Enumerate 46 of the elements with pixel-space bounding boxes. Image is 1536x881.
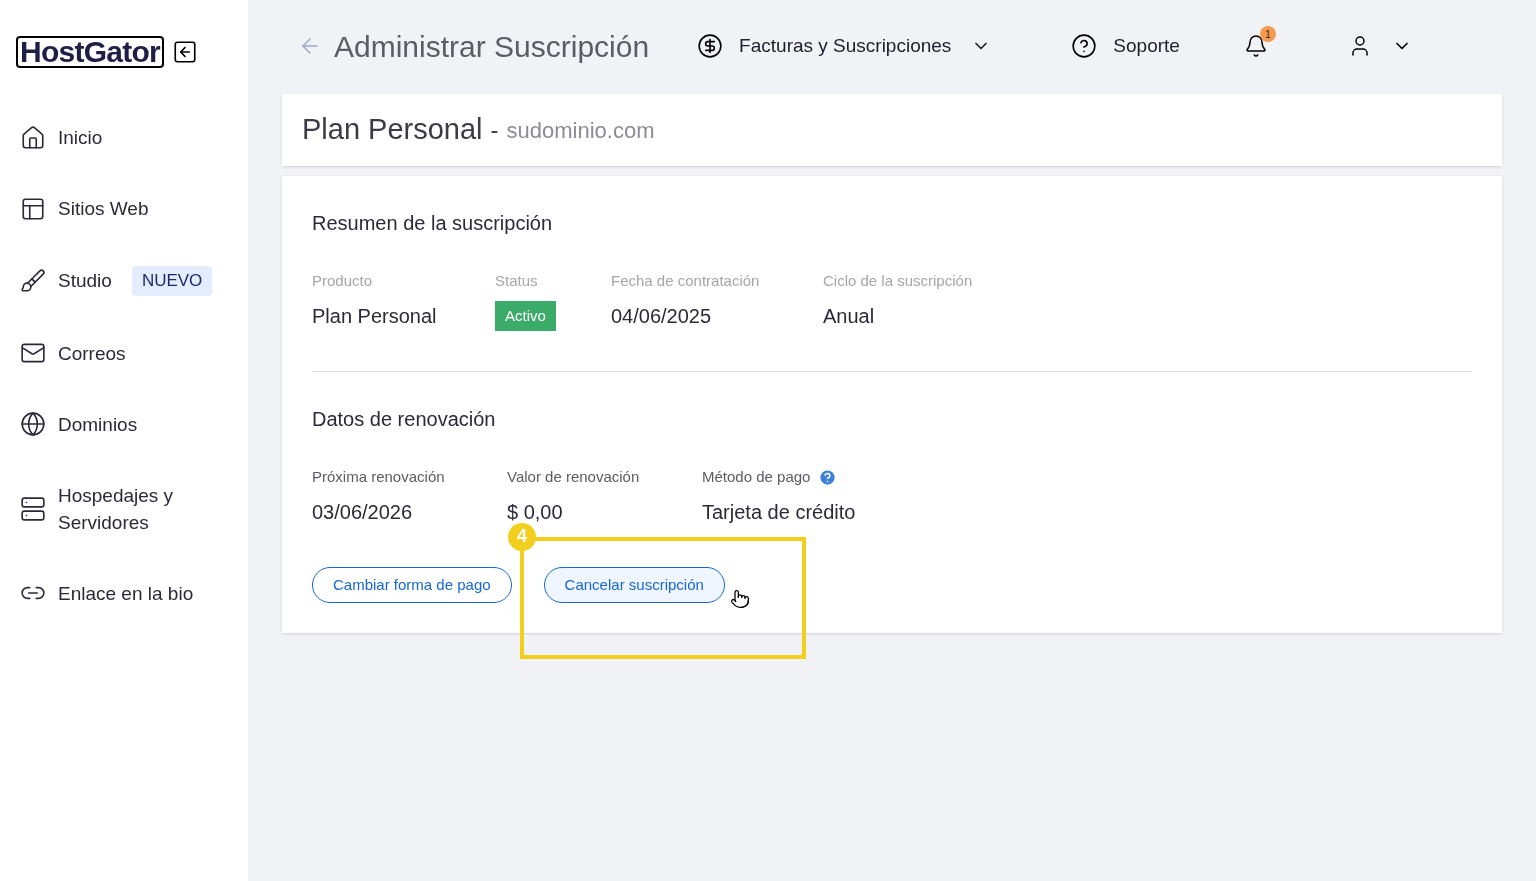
field-value: $ 0,00: [507, 499, 564, 525]
field-label: Método de pago: [702, 467, 811, 487]
status-badge: Activo: [495, 300, 556, 331]
section-title: Datos de renovación: [312, 407, 497, 432]
separator: -: [490, 115, 499, 145]
field-label: Producto: [312, 271, 374, 291]
nav-item[interactable]: Hospedajes y Servidores: [58, 481, 198, 536]
new-badge: NUEVO: [131, 266, 213, 296]
field-label: Fecha de contratación: [611, 271, 761, 291]
step-badge: 4: [508, 522, 536, 551]
collapse-icon[interactable]: [171, 39, 198, 65]
brush-icon: [20, 267, 46, 294]
nav-item[interactable]: Studio: [58, 267, 112, 295]
nav-item[interactable]: Inicio: [58, 124, 103, 151]
nav-item[interactable]: Correos: [58, 339, 126, 367]
billing-menu[interactable]: Facturas y Suscripciones: [739, 31, 992, 61]
field-value: 04/06/2025: [611, 303, 713, 329]
bell-icon[interactable]: [1243, 34, 1268, 58]
nav-item[interactable]: Enlace en la bio: [58, 579, 194, 607]
domain-name: sudominio.com: [506, 116, 655, 145]
outline-button[interactable]: Cancelar suscripción: [543, 566, 725, 603]
nav-item[interactable]: Sitios Web: [58, 195, 149, 222]
field-value: Tarjeta de crédito: [702, 499, 857, 525]
field-label: Ciclo de la suscripción: [823, 271, 974, 291]
hand-cursor-icon: [730, 588, 750, 609]
home-icon: [20, 124, 46, 151]
layout-icon: [20, 195, 46, 222]
field-value: Anual: [823, 303, 876, 329]
globe-icon: [20, 411, 46, 437]
notification-count: 1: [1259, 26, 1276, 42]
outline-button[interactable]: Cambiar forma de pago: [312, 566, 512, 603]
section-title: Resumen de la suscripción: [312, 211, 554, 236]
field-label: Status: [495, 271, 539, 291]
page-title: Administrar Suscripción: [334, 28, 650, 65]
field-label: Próxima renovación: [312, 467, 445, 487]
help-icon: [1071, 33, 1098, 59]
server-icon: [20, 495, 46, 522]
logo[interactable]: HostGator: [16, 36, 164, 68]
field-value: 03/06/2026: [312, 499, 414, 525]
help-icon[interactable]: [818, 467, 838, 487]
nav-item[interactable]: Dominios: [58, 410, 138, 438]
support-link[interactable]: Soporte: [1113, 31, 1180, 61]
field-label: Valor de renovación: [507, 467, 640, 487]
dollar-icon: [697, 33, 724, 59]
field-value: Plan Personal: [312, 303, 438, 329]
plan-name: Plan Personal: [302, 112, 483, 148]
